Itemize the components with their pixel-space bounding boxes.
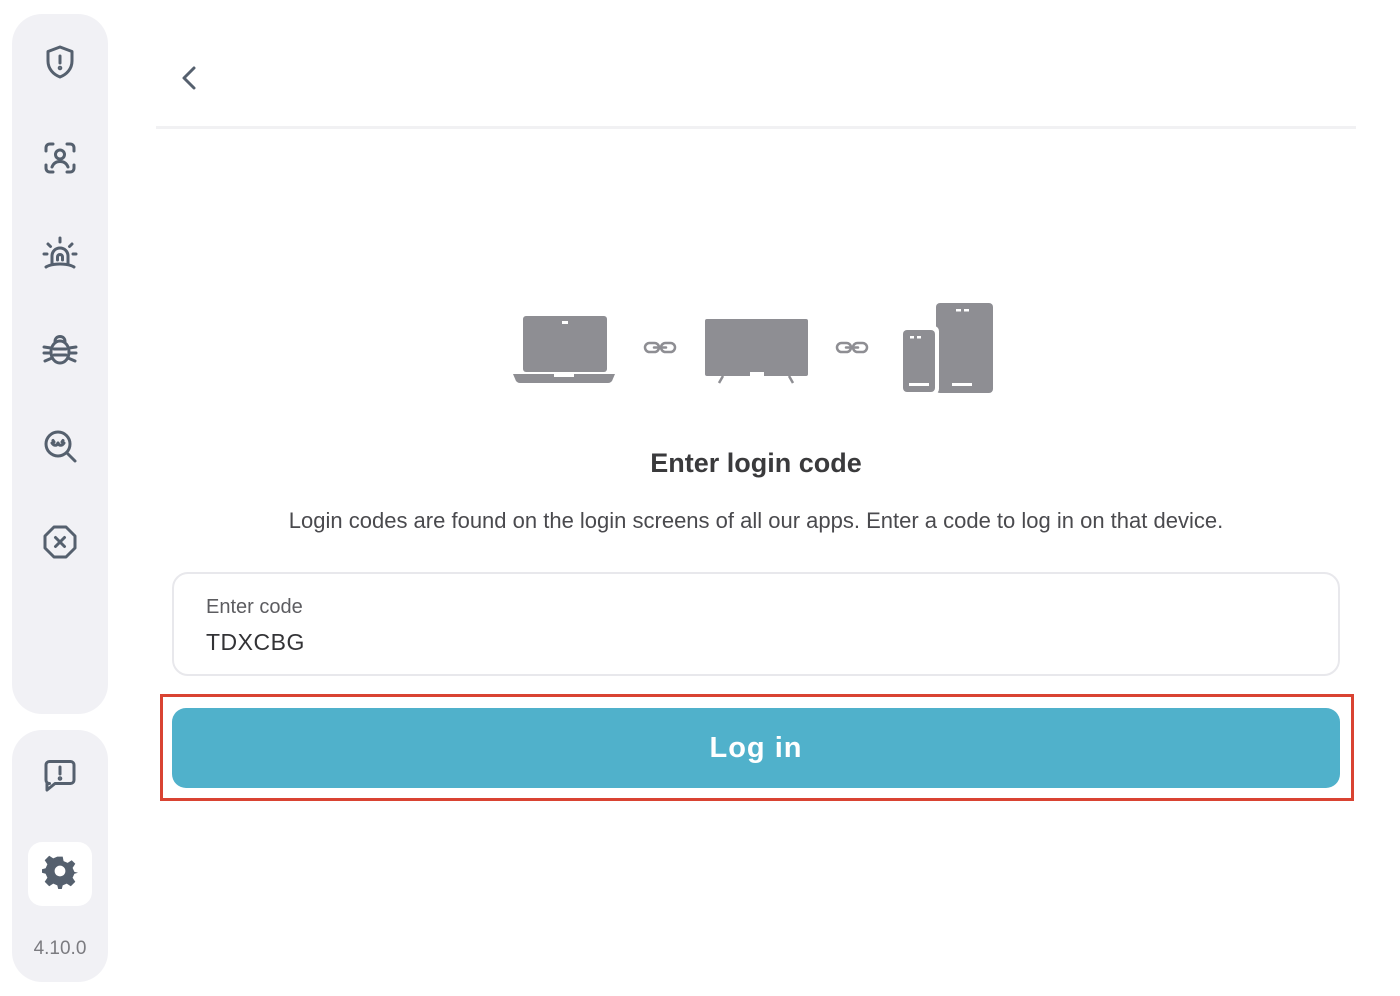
main-content: Enter login code Login codes are found o… — [156, 0, 1356, 996]
sidebar-item-feedback[interactable] — [28, 744, 92, 808]
login-code-field[interactable]: Enter code TDXCBG — [172, 572, 1340, 676]
sidebar-item-protection[interactable] — [28, 30, 92, 94]
sidebar-item-tracker-scan[interactable] — [28, 414, 92, 478]
laptop-icon — [513, 316, 615, 383]
sidebar-item-blocker[interactable] — [28, 510, 92, 574]
link-icon — [835, 341, 869, 354]
search-tracker-icon — [44, 430, 77, 463]
page-description: Login codes are found on the login scree… — [288, 508, 1224, 533]
face-scan-icon — [44, 142, 76, 174]
sidebar-item-alarm[interactable] — [28, 222, 92, 286]
block-octagon-icon — [43, 525, 77, 559]
shield-alert-icon — [46, 45, 74, 79]
sidebar-item-malware[interactable] — [28, 318, 92, 382]
sidebar-item-settings[interactable] — [28, 842, 92, 906]
sidebar-item-identity[interactable] — [28, 126, 92, 190]
back-button[interactable] — [166, 54, 214, 102]
tv-icon — [705, 319, 808, 384]
feedback-icon — [44, 760, 76, 792]
app-version: 4.10.0 — [33, 938, 87, 959]
chevron-left-icon — [182, 66, 196, 90]
sidebar-bottom: 4.10.0 — [12, 730, 108, 982]
login-button[interactable]: Log in — [172, 708, 1340, 788]
header-divider — [156, 126, 1356, 129]
sidebar-nav — [12, 14, 108, 714]
mobile-devices-icon — [899, 303, 993, 394]
login-code-label: Enter code — [206, 596, 303, 618]
page-title: Enter login code — [650, 448, 862, 478]
link-icon — [643, 341, 677, 354]
devices-illustration — [513, 303, 993, 394]
login-code-input[interactable]: TDXCBG — [206, 629, 305, 656]
bug-icon — [42, 335, 78, 365]
alarm-siren-icon — [42, 236, 78, 269]
gear-icon — [42, 855, 78, 889]
